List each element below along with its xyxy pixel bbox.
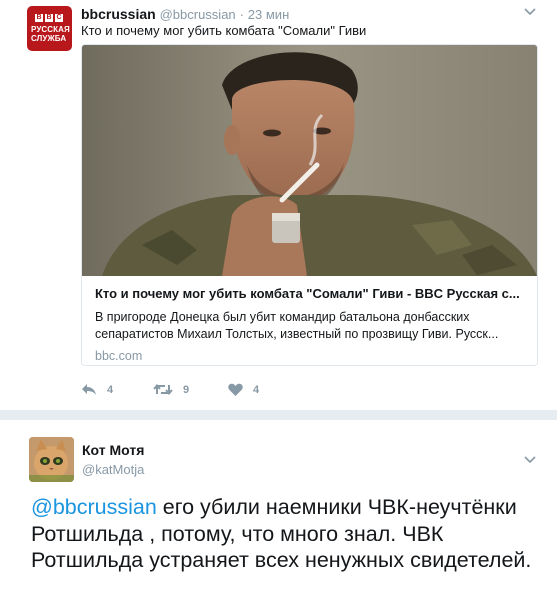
retweet-count: 9 [183,383,190,396]
bbc-service-name: Русская служба [31,25,70,43]
reply-icon [82,384,96,395]
card-title[interactable]: Кто и почему мог убить комбата "Сомали" … [95,286,525,301]
bbc-logo: B B C [35,14,63,22]
reply-button[interactable]: 4 [81,383,153,396]
card-body[interactable]: Кто и почему мог убить комбата "Сомали" … [82,276,537,365]
like-icon [228,383,243,396]
chevron-down-icon[interactable] [524,8,536,16]
tweet-text: Кто и почему мог убить комбата "Сомали" … [81,23,367,38]
card-domain: bbc.com [95,349,143,363]
reply-count: 4 [107,383,114,396]
kot-motya-avatar[interactable] [29,437,74,482]
tweet-header: bbcrussian @bbcrussian · 23 мин [81,6,289,22]
tweet-katmotja[interactable]: Кот Мотя @katMotja @bbcrussian его убили… [0,420,557,614]
bbc-avatar[interactable]: B B C Русская служба [27,6,72,51]
like-count: 4 [253,383,260,396]
user-name[interactable]: bbcrussian [81,6,156,22]
cat-avatar-illustration [29,437,74,482]
timestamp[interactable]: 23 мин [248,7,289,22]
card-description: В пригороде Донецка был убит командир ба… [95,310,499,341]
retweet-button[interactable]: 9 [153,383,228,396]
chevron-down-icon[interactable] [524,456,536,464]
separator-dot: · [239,7,244,22]
card-photo-illustration [82,45,537,276]
like-button[interactable]: 4 [228,383,259,396]
user-handle[interactable]: @katMotja [82,462,144,477]
tweet-divider [0,410,557,420]
tweet-text: @bbcrussian его убили наемники ЧВК-неучт… [31,494,546,574]
card-image[interactable] [82,45,537,276]
mention-link[interactable]: @bbcrussian [31,495,157,519]
user-name[interactable]: Кот Мотя [82,442,144,458]
user-handle[interactable]: @bbcrussian [160,7,236,22]
retweet-icon [153,383,173,396]
link-card[interactable]: Кто и почему мог убить комбата "Сомали" … [81,44,538,366]
tweet-bbcrussian[interactable]: B B C Русская служба bbcrussian @bbcruss… [0,0,557,410]
tweet-actions: 4 9 4 [81,383,259,396]
